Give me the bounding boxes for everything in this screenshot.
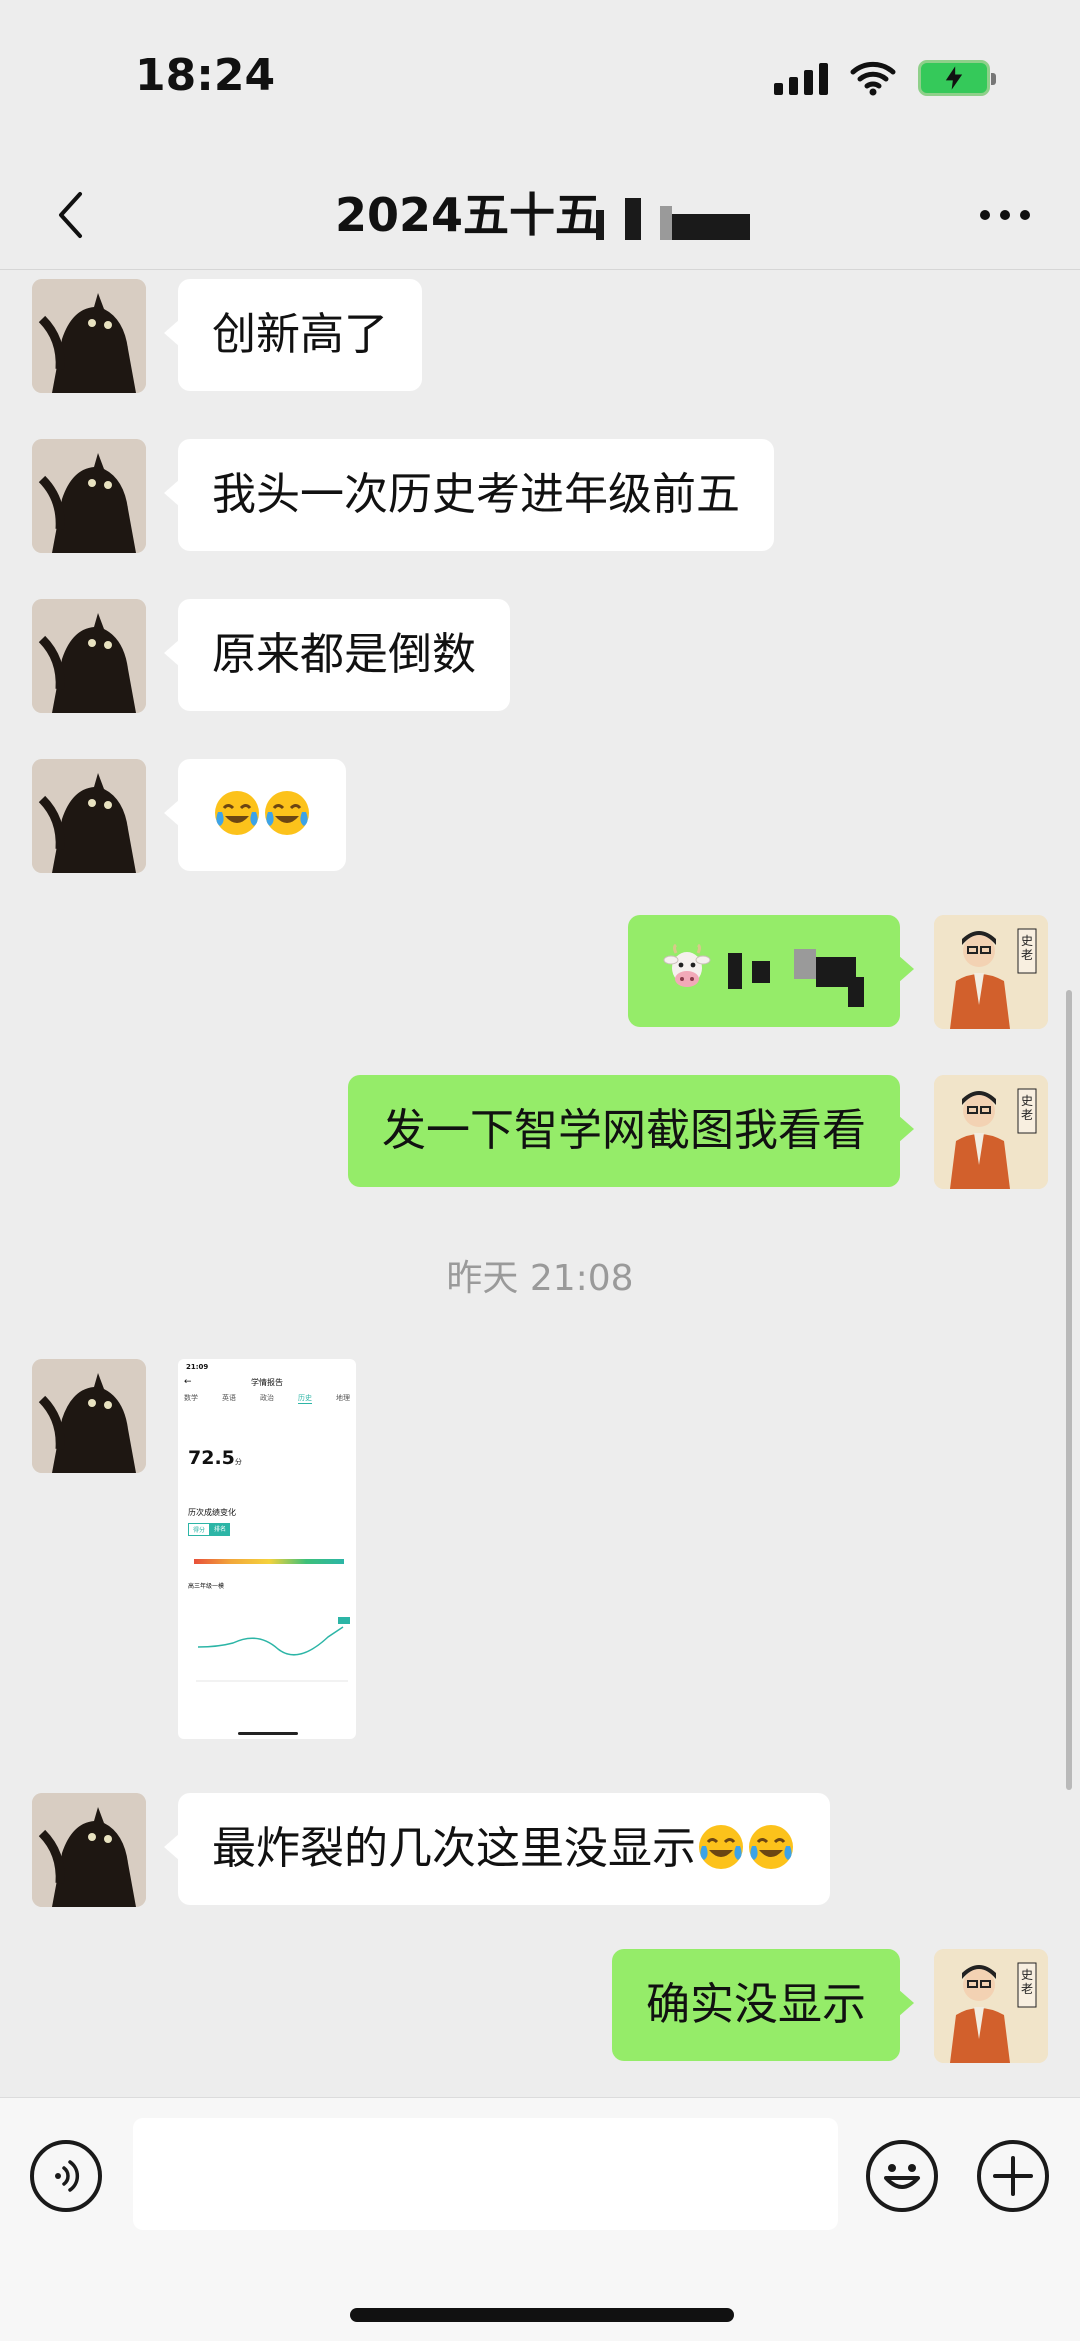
thumb-status-time: 21:09 (186, 1363, 209, 1371)
cellular-signal-icon (774, 61, 828, 95)
thumb-gradient-bar (194, 1559, 344, 1564)
svg-text:老: 老 (1021, 948, 1033, 962)
teacher-illustration-avatar-icon: 史 老 (934, 1949, 1048, 2063)
chat-header: 2024五十五 (0, 160, 1080, 270)
teacher-illustration-avatar-icon: 史 老 (934, 1075, 1048, 1189)
redaction-block (728, 953, 742, 989)
scrollbar[interactable] (1066, 990, 1072, 1790)
black-cat-avatar-icon (32, 439, 146, 553)
avatar[interactable]: 史 老 (934, 1075, 1048, 1189)
thumb-tab: 数学 (184, 1394, 198, 1402)
redaction-block (660, 206, 672, 240)
smiley-icon (884, 2164, 920, 2189)
avatar[interactable] (32, 759, 146, 873)
thumb-back-icon: ← (184, 1377, 192, 1387)
black-cat-avatar-icon (32, 759, 146, 873)
status-bar: 18:24 (0, 0, 1080, 160)
svg-text:史: 史 (1021, 1094, 1033, 1108)
crying-laughing-emoji-icon (699, 1825, 743, 1869)
svg-text:老: 老 (1021, 1108, 1033, 1122)
thumb-title: 学情报告 (251, 1378, 283, 1387)
incoming-message-bubble[interactable]: 原来都是倒数 (164, 599, 510, 711)
thumb-tab-active: 历史 (298, 1394, 312, 1404)
plus-icon (993, 2156, 1033, 2196)
avatar[interactable] (32, 279, 146, 393)
redaction-block (672, 214, 750, 240)
svg-text:老: 老 (1021, 1982, 1033, 1996)
incoming-message-bubble[interactable]: 最炸裂的几次这里没显示 (164, 1793, 830, 1905)
avatar[interactable]: 史 老 (934, 1949, 1048, 2063)
redaction-block (848, 977, 864, 1007)
outgoing-message-bubble[interactable] (628, 915, 914, 1027)
incoming-message-bubble[interactable]: 创新高了 (164, 279, 422, 391)
status-icons (774, 56, 996, 100)
thumb-tab: 英语 (222, 1394, 236, 1402)
black-cat-avatar-icon (32, 1359, 146, 1473)
redaction-block (752, 961, 770, 983)
wifi-icon (850, 61, 896, 96)
crying-laughing-emoji-icon (215, 791, 259, 835)
battery-charging-icon (918, 60, 996, 96)
avatar[interactable] (32, 439, 146, 553)
emoji-button[interactable] (866, 2140, 938, 2212)
chevron-left-icon (59, 192, 82, 238)
redaction-block (596, 210, 604, 240)
incoming-message-bubble[interactable]: 我头一次历史考进年级前五 (164, 439, 774, 551)
black-cat-avatar-icon (32, 599, 146, 713)
thumb-score: 72.5分 (188, 1447, 242, 1469)
outgoing-message-bubble[interactable]: 发一下智学网截图我看看 (348, 1075, 914, 1187)
back-button[interactable] (40, 182, 100, 248)
black-cat-avatar-icon (32, 279, 146, 393)
redaction-block (794, 949, 816, 979)
crying-laughing-emoji-icon (265, 791, 309, 835)
crying-laughing-emoji-icon (749, 1825, 793, 1869)
teacher-illustration-avatar-icon: 史 老 (934, 915, 1048, 1029)
message-text: 最炸裂的几次这里没显示 (212, 1823, 696, 1874)
more-actions-button[interactable] (977, 2140, 1049, 2212)
thumb-toggle: 得分 排名 (188, 1523, 231, 1536)
thumb-tab: 政治 (260, 1394, 274, 1402)
avatar[interactable]: 史 老 (934, 915, 1048, 1029)
thumb-line-chart (196, 1617, 350, 1682)
message-timestamp: 昨天 21:08 (446, 1258, 634, 1299)
svg-text:史: 史 (1021, 934, 1033, 948)
home-indicator[interactable] (350, 2308, 734, 2322)
black-cat-avatar-icon (32, 1793, 146, 1907)
message-input[interactable] (133, 2118, 838, 2230)
cow-face-emoji-icon (663, 944, 711, 987)
thumb-subject-tabs: 数学 英语 政治 历史 地理 (184, 1393, 350, 1404)
redaction-block (625, 198, 641, 240)
voice-wave-icon (55, 2160, 80, 2192)
image-message-thumbnail[interactable]: 21:09 学情报告 ← 数学 英语 政治 历史 地理 72.5分 历次成绩变化… (178, 1359, 356, 1739)
thumb-tab: 地理 (336, 1394, 350, 1402)
avatar[interactable] (32, 1793, 146, 1907)
avatar[interactable] (32, 1359, 146, 1473)
status-time: 18:24 (135, 50, 276, 101)
svg-text:史: 史 (1021, 1968, 1033, 1982)
outgoing-message-bubble[interactable]: 确实没显示 (612, 1949, 914, 2061)
voice-input-button[interactable] (30, 2140, 102, 2212)
thumb-section-title: 历次成绩变化 (188, 1508, 236, 1517)
more-options-button[interactable] (970, 190, 1040, 240)
avatar[interactable] (32, 599, 146, 713)
input-bar (0, 2097, 1080, 2341)
thumb-grade-label: 高三年级一模 (188, 1583, 225, 1590)
thumb-home-indicator (238, 1732, 298, 1735)
chat-title[interactable]: 2024五十五 (335, 182, 601, 248)
message-list[interactable]: 创新高了 我头一次历史考进年级前五 原来都是倒数 史 老 史 老 发一下智学网截… (0, 271, 1080, 2097)
incoming-message-bubble[interactable] (164, 759, 346, 871)
